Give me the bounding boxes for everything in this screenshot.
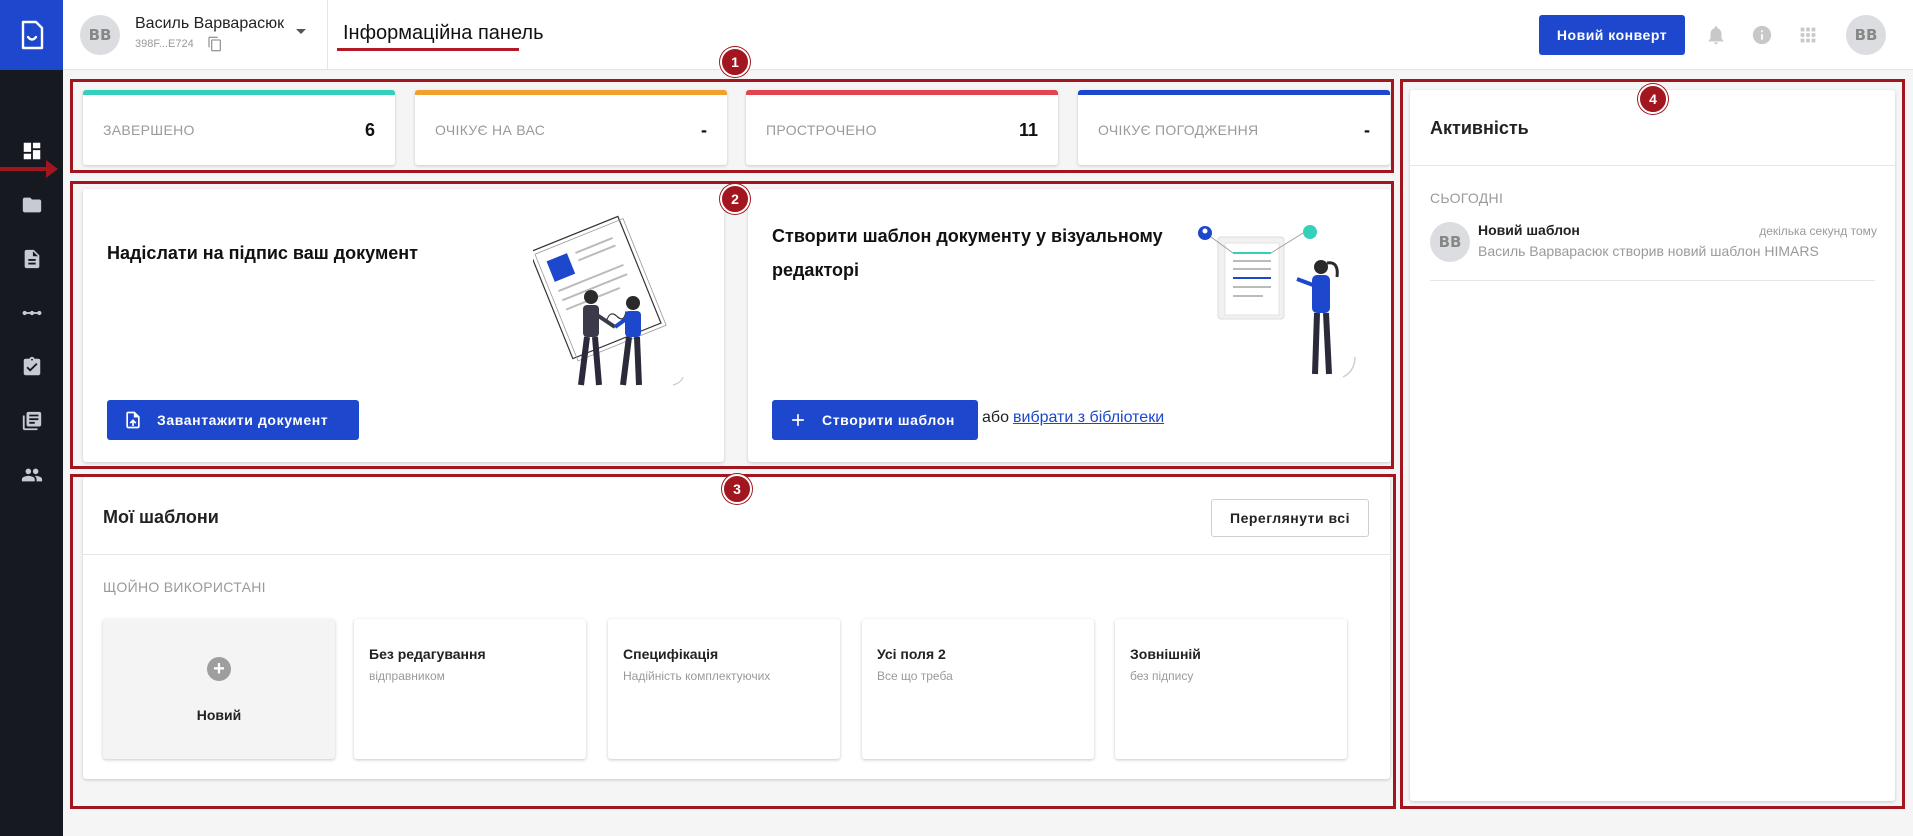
header-divider	[327, 0, 328, 70]
user-id: 398F...E724	[135, 38, 194, 50]
annotation-box-4	[1400, 79, 1905, 809]
annotation-box-2	[70, 181, 1394, 469]
sidebar-item-library[interactable]	[0, 401, 63, 441]
sidebar-item-tasks[interactable]	[0, 347, 63, 387]
info-icon[interactable]	[1751, 24, 1773, 46]
sidebar-item-folders[interactable]	[0, 185, 63, 225]
folder-icon	[22, 197, 41, 213]
app-logo[interactable]	[0, 0, 63, 70]
apps-grid-icon[interactable]	[1797, 24, 1819, 46]
copy-icon[interactable]	[207, 36, 223, 52]
top-header: ВВ Василь Варварасюк 398F...E724 Інформа…	[63, 0, 1913, 70]
sidebar	[0, 0, 63, 836]
user-name[interactable]: Василь Варварасюк	[135, 15, 284, 33]
sidebar-item-documents[interactable]	[0, 239, 63, 279]
people-icon	[21, 468, 42, 482]
user-avatar[interactable]: ВВ	[80, 15, 120, 55]
page-title: Інформаційна панель	[343, 22, 544, 44]
bell-icon[interactable]	[1705, 24, 1727, 46]
logo-icon	[21, 20, 43, 50]
annotation-box-3	[70, 474, 1396, 809]
sidebar-item-workflows[interactable]	[0, 293, 63, 333]
sidebar-item-contacts[interactable]	[0, 455, 63, 495]
annotation-badge-3: 3	[722, 474, 752, 504]
annotation-badge-1: 1	[720, 47, 750, 77]
dashboard-icon	[23, 142, 40, 160]
library-icon	[22, 411, 41, 431]
title-annotation-underline	[337, 48, 519, 51]
document-icon	[24, 249, 39, 269]
chevron-down-icon[interactable]	[296, 29, 306, 34]
annotation-badge-2: 2	[720, 184, 750, 214]
workflow-icon	[22, 310, 41, 316]
profile-avatar[interactable]: ВВ	[1846, 15, 1886, 55]
annotation-badge-4: 4	[1638, 84, 1668, 114]
annotation-box-1	[70, 79, 1394, 173]
new-envelope-button[interactable]: Новий конверт	[1539, 15, 1685, 55]
clipboard-check-icon	[23, 356, 40, 376]
annotation-arrow	[0, 160, 58, 178]
